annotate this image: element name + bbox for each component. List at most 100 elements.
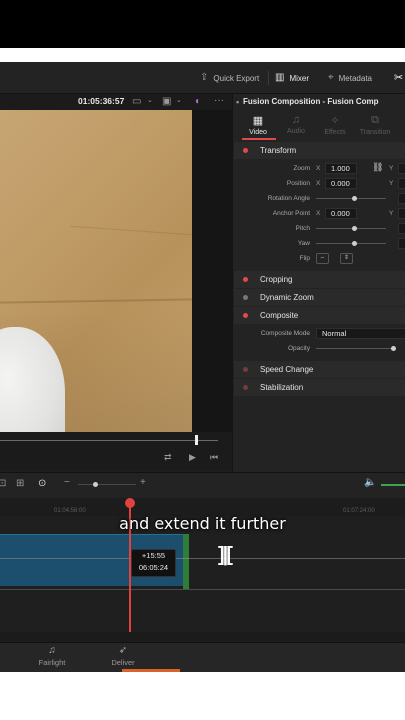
trim-timecode: 06:05:24: [138, 563, 169, 572]
zoom-full-icon[interactable]: ⊡: [0, 479, 6, 489]
opacity-slider[interactable]: [316, 348, 394, 349]
yaw-slider-knob[interactable]: [352, 241, 357, 246]
transition-icon: ⧉: [371, 114, 379, 126]
pitch-slider-knob[interactable]: [352, 226, 357, 231]
timeline-scrollbar[interactable]: [0, 632, 405, 642]
y-axis-label: Y: [389, 165, 394, 172]
playhead-handle[interactable]: [125, 498, 135, 508]
opacity-label: Opacity: [287, 345, 310, 352]
anchor-x-field[interactable]: 0.000: [325, 208, 357, 219]
trim-delta: +15:55: [141, 551, 166, 560]
background-crease: [0, 298, 192, 304]
timeline-zoom-slider[interactable]: [78, 484, 136, 485]
resolve-window: ⇪ Quick Export ▥ Mixer ⌖ Metadata ✂ 01:0…: [0, 62, 405, 672]
flip-vertical-button[interactable]: ⇕: [340, 253, 353, 264]
quick-export-button[interactable]: ⇪ Quick Export: [200, 62, 259, 94]
zoom-custom-icon[interactable]: ⊙: [38, 479, 46, 489]
timeline-toolbar: [0, 472, 405, 498]
zoom-x-field[interactable]: 1.000: [325, 163, 357, 174]
inspector-button[interactable]: ✂: [394, 62, 403, 94]
video-preview: [0, 110, 192, 432]
play-icon[interactable]: ▶: [189, 452, 196, 463]
flip-horizontal-button[interactable]: ⇔: [316, 253, 329, 264]
pitch-label: Pitch: [295, 225, 310, 232]
anchor-y-field[interactable]: [398, 208, 405, 219]
yaw-field[interactable]: [398, 238, 405, 249]
color-wheel-icon[interactable]: ◐: [195, 97, 201, 107]
timeline-zoom-knob[interactable]: [93, 482, 98, 487]
page-fairlight[interactable]: ♫ Fairlight: [22, 645, 82, 667]
tab-video[interactable]: ▦ Video: [239, 114, 277, 136]
enable-dot[interactable]: [243, 148, 248, 153]
zoom-in-icon[interactable]: +: [140, 478, 146, 488]
yaw-slider[interactable]: [316, 243, 386, 244]
pitch-slider[interactable]: [316, 228, 386, 229]
metadata-button[interactable]: ⌖ Metadata: [328, 62, 372, 94]
rotation-slider-knob[interactable]: [352, 196, 357, 201]
x-axis-label: X: [316, 165, 321, 172]
skip-back-icon[interactable]: ⏮: [210, 452, 218, 463]
yaw-label: Yaw: [297, 240, 310, 247]
active-tab-indicator: [242, 138, 276, 140]
scrub-playhead[interactable]: [195, 435, 198, 445]
section-composite[interactable]: Composite: [234, 307, 405, 324]
track-divider: [0, 558, 405, 559]
mixer-icon: ▥: [275, 72, 285, 83]
flip-label: Flip: [299, 255, 310, 262]
metadata-icon: ⌖: [328, 72, 334, 83]
chevron-down-icon[interactable]: ⌄: [147, 97, 153, 104]
section-cropping[interactable]: Cropping: [234, 271, 405, 288]
zoom-detail-icon[interactable]: ⊞: [16, 479, 24, 489]
monitor-icon[interactable]: ▣: [162, 97, 171, 107]
page-deliver[interactable]: ➶ Deliver: [93, 645, 153, 667]
opacity-slider-knob[interactable]: [391, 346, 396, 351]
clip-trim-handle[interactable]: [183, 534, 189, 589]
position-x-field[interactable]: 0.000: [325, 178, 357, 189]
link-icon[interactable]: ⛓: [372, 163, 383, 172]
more-options-icon[interactable]: ···: [214, 96, 224, 106]
inspector-title: Fusion Composition - Fusion Comp: [243, 97, 379, 106]
enable-dot[interactable]: [243, 277, 248, 282]
section-stabilization[interactable]: Stabilization: [234, 379, 405, 396]
film-icon: ▦: [252, 115, 264, 127]
zoom-out-icon[interactable]: −: [64, 478, 70, 488]
enable-dot[interactable]: [243, 385, 248, 390]
header-toolbar: ⇪ Quick Export ▥ Mixer ⌖ Metadata ✂: [0, 62, 405, 94]
zoom-y-field[interactable]: [398, 163, 405, 174]
enable-dot[interactable]: [243, 313, 248, 318]
x-axis-label: X: [316, 210, 321, 217]
tab-effects[interactable]: ✧ Effects: [316, 114, 354, 136]
trim-cursor-icon: ]|[: [218, 544, 233, 566]
section-dynamic-zoom[interactable]: Dynamic Zoom: [234, 289, 405, 306]
music-note-icon: ♫: [291, 114, 301, 126]
loop-icon[interactable]: ⇄: [164, 452, 172, 463]
rotation-slider[interactable]: [316, 198, 386, 199]
chevron-down-icon[interactable]: ⌄: [176, 97, 182, 104]
tab-transition[interactable]: ⧉ Transition: [356, 114, 394, 136]
composite-mode-select[interactable]: Normal: [316, 328, 405, 339]
panel-icon: ▪: [236, 97, 240, 107]
viewer-layout-icon[interactable]: ▭: [132, 97, 141, 107]
enable-dot[interactable]: [243, 367, 248, 372]
pitch-field[interactable]: [398, 223, 405, 234]
scrub-track[interactable]: [0, 440, 218, 441]
rotation-field[interactable]: [398, 193, 405, 204]
anchor-point-label: Anchor Point: [272, 210, 310, 217]
rotation-angle-label: Rotation Angle: [267, 195, 310, 202]
section-speed-change[interactable]: Speed Change: [234, 361, 405, 378]
mixer-button[interactable]: ▥ Mixer: [275, 62, 309, 94]
section-transform[interactable]: Transform: [234, 142, 405, 159]
viewer-timecode: 01:05:36:57: [78, 96, 125, 106]
y-axis-label: Y: [389, 180, 394, 187]
video-caption: and extend it further: [119, 514, 286, 533]
track-divider: [0, 589, 405, 590]
export-icon: ⇪: [200, 72, 209, 83]
zoom-label: Zoom: [293, 165, 310, 172]
tab-audio[interactable]: ♫ Audio: [277, 114, 315, 135]
position-y-field[interactable]: [398, 178, 405, 189]
speaker-icon[interactable]: 🔈: [364, 478, 376, 488]
volume-slider[interactable]: [381, 484, 405, 486]
enable-dot[interactable]: [243, 295, 248, 300]
y-axis-label: Y: [389, 210, 394, 217]
x-axis-label: X: [316, 180, 321, 187]
